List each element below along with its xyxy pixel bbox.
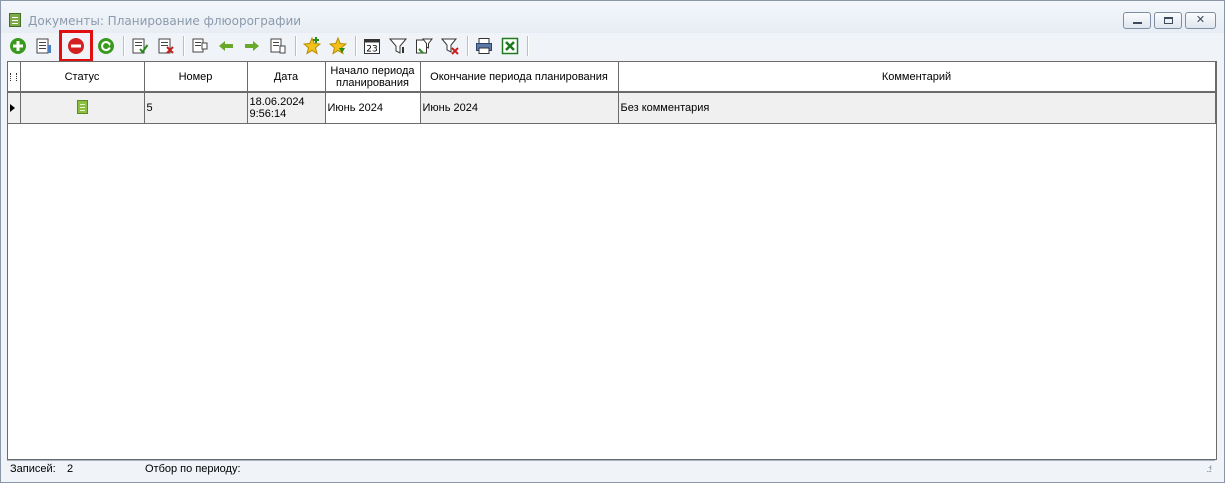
maximize-icon bbox=[1164, 17, 1173, 24]
row-indicator[interactable] bbox=[8, 92, 21, 124]
excel-icon bbox=[501, 37, 519, 55]
toolbar-separator bbox=[183, 36, 184, 56]
window-controls: ✕ bbox=[1123, 12, 1216, 29]
toolbar-separator bbox=[467, 36, 468, 56]
column-header-date[interactable]: Дата bbox=[247, 62, 326, 93]
post-document-icon bbox=[132, 38, 149, 54]
toolbar-separator bbox=[123, 36, 124, 56]
current-row-arrow-icon bbox=[10, 104, 15, 112]
previous-button[interactable] bbox=[215, 35, 237, 57]
cell-period-end[interactable]: Июнь 2024 bbox=[420, 92, 619, 124]
filter-clear-button[interactable] bbox=[439, 35, 461, 57]
table-row[interactable]: 5 18.06.2024 9:56:14 Июнь 2024 Июнь 2024 … bbox=[8, 92, 1216, 124]
print-button[interactable] bbox=[473, 35, 495, 57]
post-document-button[interactable] bbox=[129, 35, 151, 57]
calendar-icon: 23 bbox=[364, 39, 380, 55]
column-header-status[interactable]: Статус bbox=[20, 62, 145, 93]
next-button[interactable] bbox=[241, 35, 263, 57]
delete-button[interactable] bbox=[59, 30, 93, 62]
unpost-document-button[interactable] bbox=[155, 35, 177, 57]
arrow-left-icon bbox=[219, 41, 233, 51]
refresh-icon bbox=[98, 38, 114, 54]
records-label: Записей: bbox=[10, 463, 56, 475]
cell-date[interactable]: 18.06.2024 9:56:14 bbox=[247, 92, 326, 124]
structure-icon bbox=[270, 38, 286, 54]
refresh-button[interactable] bbox=[95, 35, 117, 57]
cell-date-day: 18.06.2024 bbox=[249, 96, 305, 108]
column-header-number[interactable]: Номер bbox=[144, 62, 248, 93]
toolbar-separator bbox=[527, 36, 528, 56]
title-bar: Документы: Планирование флюорографии ✕ bbox=[1, 1, 1224, 33]
arrow-right-icon bbox=[245, 41, 259, 51]
column-header-comment[interactable]: Комментарий bbox=[618, 62, 1216, 93]
edit-document-button[interactable] bbox=[33, 35, 55, 57]
cell-date-time: 9:56:14 bbox=[249, 108, 287, 120]
structure-button[interactable] bbox=[267, 35, 289, 57]
copy-button[interactable] bbox=[189, 35, 211, 57]
table-header-row: Статус Номер Дата Начало периода планиро… bbox=[8, 62, 1216, 93]
column-settings-icon bbox=[10, 72, 18, 81]
unpost-document-icon bbox=[158, 38, 174, 54]
toolbar-separator bbox=[355, 36, 356, 56]
cell-number[interactable]: 5 bbox=[144, 92, 248, 124]
resize-grip-icon[interactable]: .:! bbox=[1206, 464, 1211, 474]
filter-clear-icon bbox=[441, 38, 459, 55]
favorite-add-button[interactable] bbox=[301, 35, 323, 57]
cell-status[interactable] bbox=[20, 92, 145, 124]
cell-period-start[interactable]: Июнь 2024 bbox=[325, 92, 421, 124]
copy-icon bbox=[192, 38, 208, 53]
period-filter-label: Отбор по периоду: bbox=[145, 463, 241, 475]
filter-button[interactable] bbox=[387, 35, 409, 57]
maximize-button[interactable] bbox=[1154, 12, 1182, 29]
filter-edit-button[interactable] bbox=[413, 35, 435, 57]
toolbar-separator bbox=[295, 36, 296, 56]
cell-comment[interactable]: Без комментария bbox=[618, 92, 1216, 124]
favorite-button[interactable] bbox=[327, 35, 349, 57]
status-bar: Записей: 2 Отбор по периоду: .:! bbox=[7, 460, 1215, 477]
documents-table: Статус Номер Дата Начало периода планиро… bbox=[7, 61, 1217, 460]
filter-icon bbox=[389, 38, 407, 54]
filter-edit-icon bbox=[416, 38, 433, 54]
excel-export-button[interactable] bbox=[499, 35, 521, 57]
edit-document-icon bbox=[36, 38, 51, 54]
favorite-add-icon bbox=[303, 37, 321, 55]
minimize-button[interactable] bbox=[1123, 12, 1151, 29]
window-title: Документы: Планирование флюорографии bbox=[28, 14, 302, 28]
toolbar: 23 bbox=[7, 30, 1218, 62]
document-window: Документы: Планирование флюорографии ✕ 2… bbox=[0, 0, 1225, 483]
add-button[interactable] bbox=[7, 35, 29, 57]
favorite-icon bbox=[329, 37, 347, 55]
column-header-period-end[interactable]: Окончание периода планирования bbox=[420, 62, 619, 93]
close-icon: ✕ bbox=[1195, 14, 1206, 26]
row-indicator-header[interactable] bbox=[8, 62, 21, 93]
add-icon bbox=[10, 38, 26, 54]
records-count: 2 bbox=[67, 463, 74, 475]
documents-grid: Статус Номер Дата Начало периода планиро… bbox=[8, 62, 1216, 124]
minimize-icon bbox=[1133, 22, 1142, 24]
delete-icon bbox=[68, 38, 84, 54]
calendar-day-label: 23 bbox=[366, 45, 377, 55]
calendar-button[interactable]: 23 bbox=[361, 35, 383, 57]
status-document-icon bbox=[76, 99, 88, 114]
print-icon bbox=[476, 38, 492, 54]
column-header-period-start[interactable]: Начало периода планирования bbox=[325, 62, 421, 93]
close-button[interactable]: ✕ bbox=[1185, 12, 1216, 29]
document-app-icon bbox=[9, 13, 21, 27]
